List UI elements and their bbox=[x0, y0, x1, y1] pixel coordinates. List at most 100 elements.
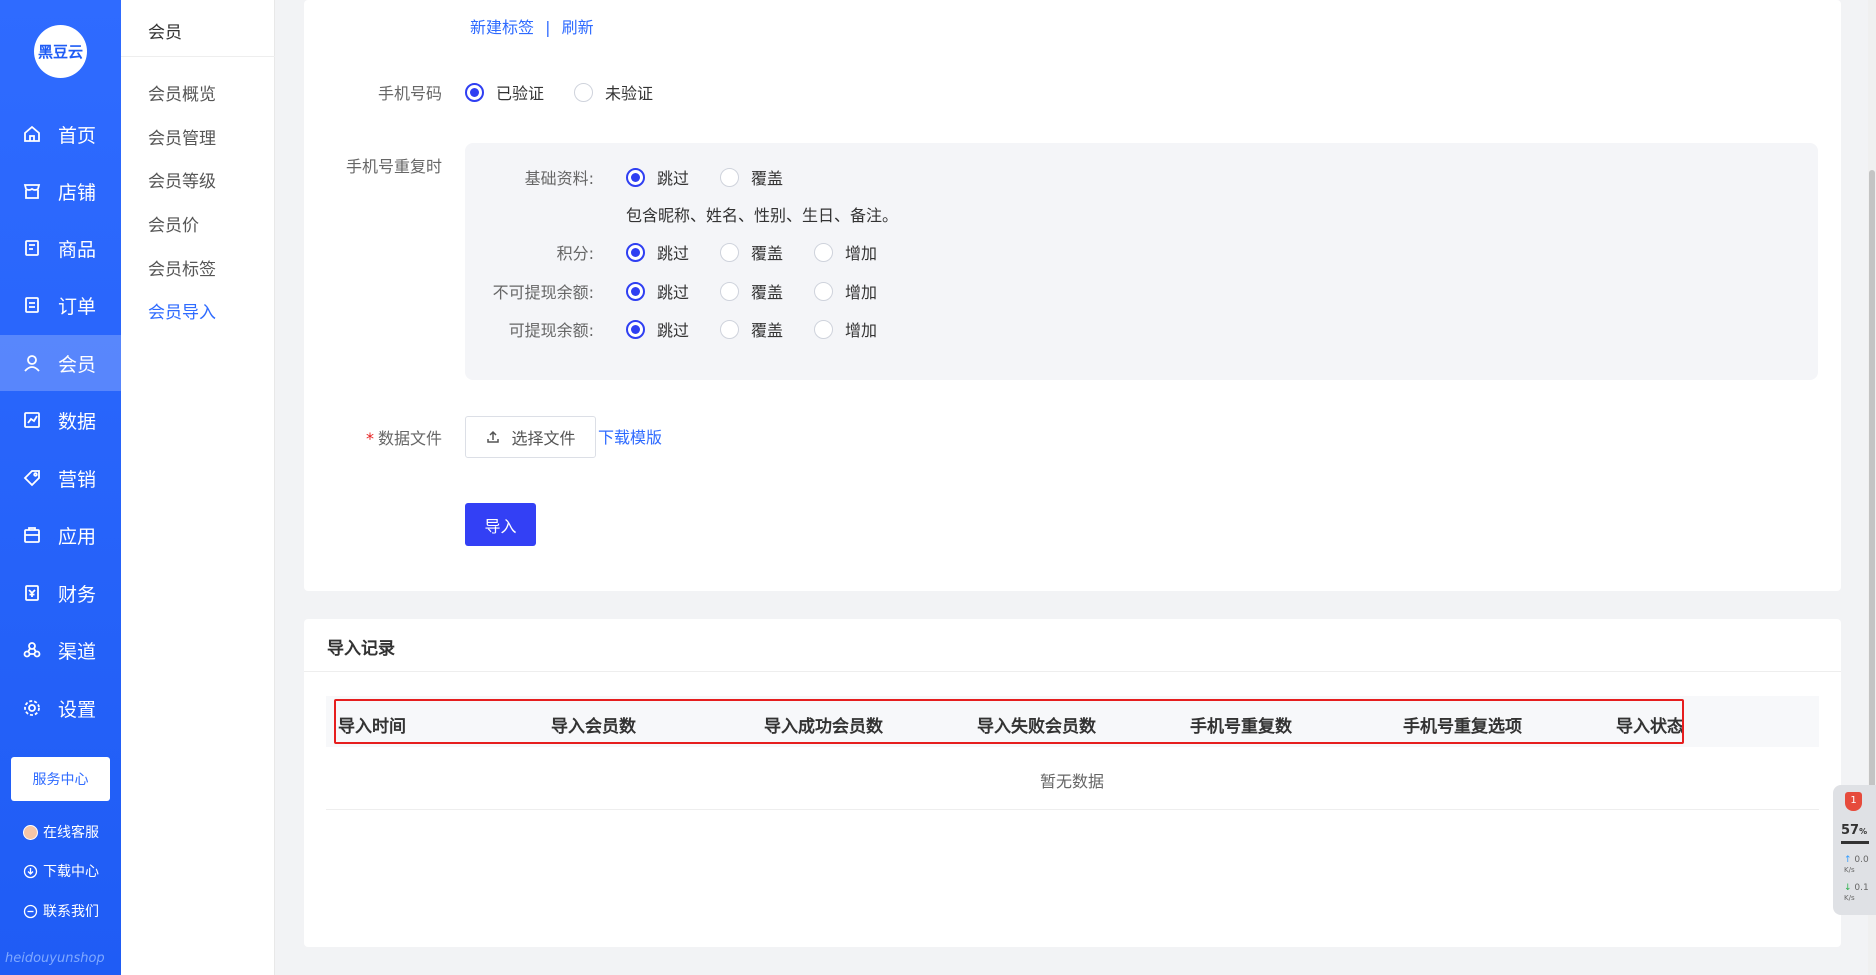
radio-dot bbox=[626, 319, 645, 339]
footer-brand: heidouyunshop bbox=[5, 951, 105, 966]
tag-links: 新建标签 | 刷新 bbox=[470, 14, 594, 38]
download-center-label: 下载中心 bbox=[43, 864, 99, 880]
header-highlight-box bbox=[334, 699, 1684, 744]
radio-dot bbox=[814, 319, 833, 339]
upload-speed: ↑ 0.0 K/s bbox=[1844, 855, 1869, 874]
nav-label: 渠道 bbox=[58, 640, 97, 663]
avatar-icon bbox=[23, 824, 38, 840]
radio-dot bbox=[574, 82, 593, 102]
contact-us-link[interactable]: 联系我们 bbox=[23, 900, 99, 922]
nav-item-member[interactable]: 会员 bbox=[0, 335, 121, 391]
phone-verified-radio[interactable]: 已验证 bbox=[465, 80, 544, 104]
shield-icon: 1 bbox=[1845, 792, 1862, 811]
contact-us-label: 联系我们 bbox=[43, 904, 99, 920]
radio-label: 跳过 bbox=[657, 321, 690, 340]
gear-icon bbox=[22, 698, 42, 718]
withdrawable-label: 可提现余额: bbox=[508, 321, 594, 340]
upload-icon bbox=[487, 430, 500, 443]
radio-label: 跳过 bbox=[657, 283, 690, 302]
system-monitor-widget[interactable]: 1 57% ↑ 0.0 K/s ↓ 0.1 K/s bbox=[1833, 785, 1876, 915]
download-icon bbox=[23, 864, 38, 879]
user-icon bbox=[22, 353, 42, 373]
duplicate-label: 手机号重复时 bbox=[345, 157, 442, 176]
radio-dot bbox=[814, 281, 833, 301]
withdrawable-add-radio[interactable]: 增加 bbox=[814, 317, 877, 341]
download-center-link[interactable]: 下载中心 bbox=[23, 860, 99, 882]
non-withdrawable-label: 不可提现余额: bbox=[492, 283, 594, 302]
nav-item-channel[interactable]: 渠道 bbox=[0, 622, 121, 678]
nav-label: 商品 bbox=[58, 238, 97, 261]
points-label: 积分: bbox=[556, 244, 594, 263]
points-add-radio[interactable]: 增加 bbox=[814, 240, 877, 264]
radio-label: 未验证 bbox=[605, 84, 654, 103]
subnav-item-tags[interactable]: 会员标签 bbox=[148, 255, 216, 280]
nav-label: 订单 bbox=[58, 295, 97, 318]
radio-dot bbox=[720, 281, 739, 301]
new-tag-link[interactable]: 新建标签 bbox=[470, 18, 534, 37]
brand-logo[interactable]: 黑豆云 bbox=[34, 25, 87, 78]
non-withdrawable-skip-radio[interactable]: 跳过 bbox=[626, 279, 689, 303]
non-withdrawable-add-radio[interactable]: 增加 bbox=[814, 279, 877, 303]
scrollbar-thumb[interactable] bbox=[1869, 170, 1875, 810]
required-mark: * bbox=[365, 429, 374, 448]
radio-dot bbox=[720, 167, 739, 187]
basic-info-hint: 包含昵称、姓名、性别、生日、备注。 bbox=[626, 206, 899, 225]
service-center-button[interactable]: 服务中心 bbox=[11, 757, 110, 801]
nav-label: 营销 bbox=[58, 468, 97, 491]
channel-icon bbox=[22, 640, 42, 660]
nav-label: 会员 bbox=[58, 353, 97, 376]
nav-item-marketing[interactable]: 营销 bbox=[0, 450, 121, 506]
radio-label: 覆盖 bbox=[751, 244, 784, 263]
subnav-item-levels[interactable]: 会员等级 bbox=[148, 167, 216, 192]
online-service-link[interactable]: 在线客服 bbox=[23, 821, 99, 843]
nav-item-home[interactable]: 首页 bbox=[0, 106, 121, 162]
radio-dot bbox=[720, 242, 739, 262]
data-file-label: * 数据文件 bbox=[330, 425, 442, 449]
radio-label: 跳过 bbox=[657, 169, 690, 188]
radio-label: 增加 bbox=[845, 283, 878, 302]
points-overwrite-radio[interactable]: 覆盖 bbox=[720, 240, 783, 264]
data-file-label-text: 数据文件 bbox=[377, 429, 442, 448]
nav-item-order[interactable]: 订单 bbox=[0, 277, 121, 333]
non-withdrawable-overwrite-radio[interactable]: 覆盖 bbox=[720, 279, 783, 303]
nav-label: 店铺 bbox=[58, 181, 97, 204]
download-template-link[interactable]: 下载模版 bbox=[598, 424, 662, 448]
contact-icon bbox=[23, 904, 38, 919]
nav-item-data[interactable]: 数据 bbox=[0, 392, 121, 448]
subnav-item-import[interactable]: 会员导入 bbox=[148, 298, 216, 323]
radio-label: 已验证 bbox=[496, 84, 545, 103]
choose-file-label: 选择文件 bbox=[511, 429, 576, 448]
tag-icon bbox=[22, 468, 42, 488]
nav-item-apps[interactable]: 应用 bbox=[0, 507, 121, 563]
withdrawable-overwrite-radio[interactable]: 覆盖 bbox=[720, 317, 783, 341]
subnav-item-management[interactable]: 会员管理 bbox=[148, 124, 216, 149]
member-subnav: 会员 会员概览 会员管理 会员等级 会员价 会员标签 会员导入 bbox=[121, 0, 275, 975]
records-title: 导入记录 bbox=[327, 639, 395, 659]
subnav-item-overview[interactable]: 会员概览 bbox=[148, 80, 216, 105]
radio-label: 覆盖 bbox=[751, 169, 784, 188]
choose-file-button[interactable]: 选择文件 bbox=[465, 416, 596, 458]
nav-item-finance[interactable]: 财务 bbox=[0, 565, 121, 621]
radio-label: 覆盖 bbox=[751, 321, 784, 340]
shop-icon bbox=[22, 181, 42, 201]
import-button[interactable]: 导入 bbox=[465, 503, 536, 546]
order-icon bbox=[22, 295, 42, 315]
cpu-percent: 57% bbox=[1841, 823, 1868, 838]
subnav-item-price[interactable]: 会员价 bbox=[148, 211, 199, 236]
points-skip-radio[interactable]: 跳过 bbox=[626, 240, 689, 264]
empty-state: 暂无数据 bbox=[1040, 772, 1105, 791]
nav-label: 设置 bbox=[58, 698, 97, 721]
nav-item-settings[interactable]: 设置 bbox=[0, 680, 121, 736]
basic-overwrite-radio[interactable]: 覆盖 bbox=[720, 165, 783, 189]
nav-item-goods[interactable]: 商品 bbox=[0, 220, 121, 276]
refresh-link[interactable]: 刷新 bbox=[562, 18, 594, 37]
home-icon bbox=[22, 124, 42, 144]
primary-nav: 黑豆云 首页 店铺 商品 订单 会员 数据 营销 应用 财务 渠道 设置 服务中… bbox=[0, 0, 121, 975]
subnav-header: 会员 bbox=[148, 23, 182, 43]
radio-label: 增加 bbox=[845, 244, 878, 263]
withdrawable-skip-radio[interactable]: 跳过 bbox=[626, 317, 689, 341]
goods-icon bbox=[22, 238, 42, 258]
basic-skip-radio[interactable]: 跳过 bbox=[626, 165, 689, 189]
nav-item-shop[interactable]: 店铺 bbox=[0, 163, 121, 219]
phone-unverified-radio[interactable]: 未验证 bbox=[574, 80, 653, 104]
